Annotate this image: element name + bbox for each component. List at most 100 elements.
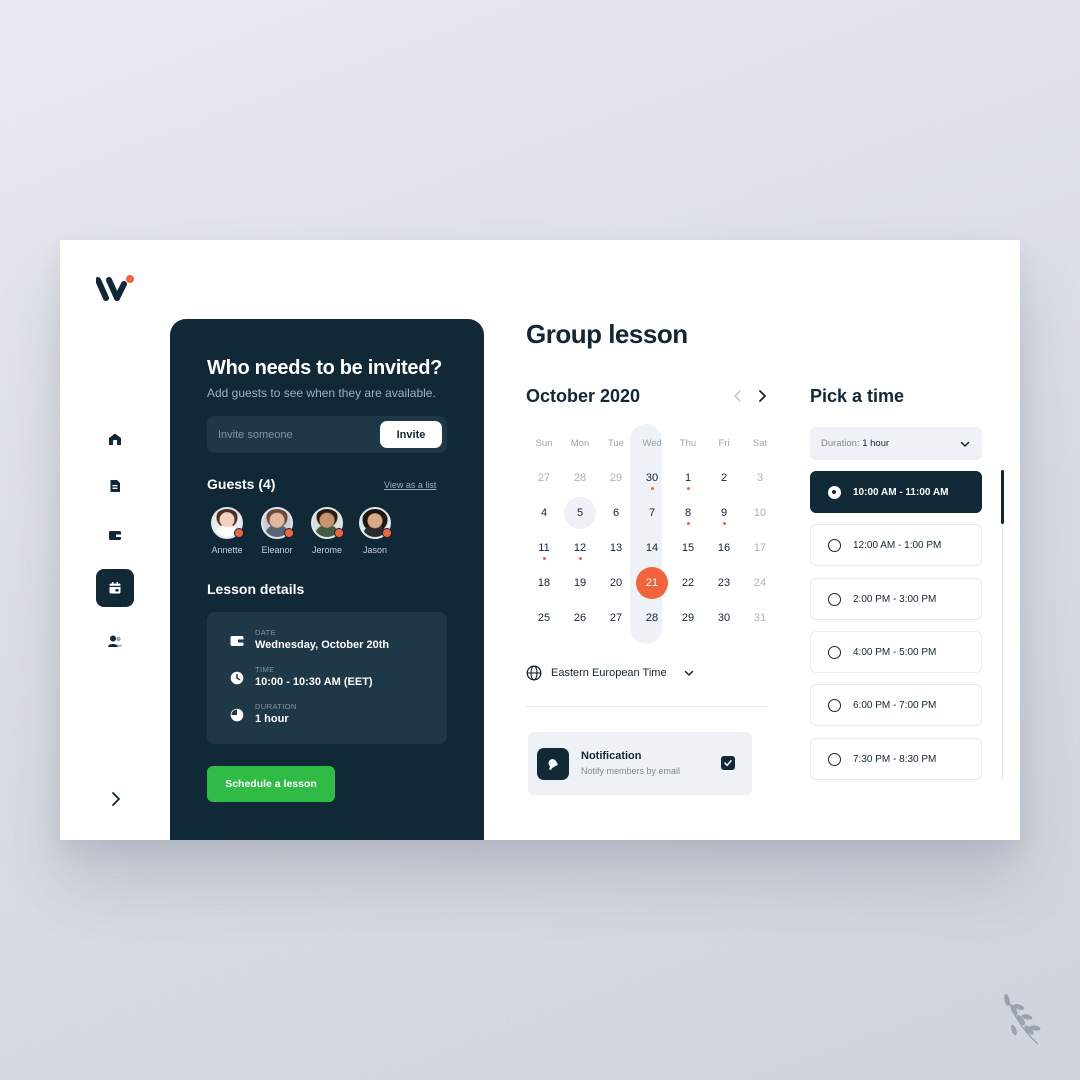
calendar-day[interactable]: 22 xyxy=(672,567,704,599)
calendar-day-number: 14 xyxy=(645,542,659,554)
calendar-day[interactable]: 11 xyxy=(528,532,560,564)
calendar-day[interactable]: 5 xyxy=(564,497,596,529)
calendar-day[interactable]: 10 xyxy=(744,497,776,529)
document-icon xyxy=(110,480,120,492)
calendar-day[interactable]: 27 xyxy=(600,602,632,634)
calendar-day-number: 10 xyxy=(753,507,767,519)
calendar-day-number: 3 xyxy=(756,472,764,484)
calendar-day[interactable]: 24 xyxy=(744,567,776,599)
calendar-day[interactable]: 4 xyxy=(528,497,560,529)
calendar-day-number: 5 xyxy=(576,507,584,519)
calendar-day-number: 29 xyxy=(681,612,695,624)
calendar-day[interactable]: 25 xyxy=(528,602,560,634)
calendar-day[interactable]: 15 xyxy=(672,532,704,564)
time-slot[interactable]: 6:00 PM - 7:00 PM xyxy=(810,684,982,727)
calendar-month-label: October 2020 xyxy=(526,386,641,406)
event-dot xyxy=(686,487,690,490)
event-dot xyxy=(578,557,582,560)
guest-name: Jerome xyxy=(311,545,342,555)
duration-select[interactable]: Duration: 1 hour xyxy=(810,427,982,460)
calendar-day[interactable]: 14 xyxy=(636,532,668,564)
bell-icon xyxy=(537,748,569,780)
guest-item[interactable]: Jerome xyxy=(302,507,352,555)
calendar-day[interactable]: 30 xyxy=(708,602,740,634)
time-slot[interactable]: 7:30 PM - 8:30 PM xyxy=(810,737,982,780)
weekday-label: Tue xyxy=(607,438,625,449)
radio-icon xyxy=(828,486,841,499)
guest-item[interactable]: Jason xyxy=(350,507,400,555)
time-slot[interactable]: 12:00 AM - 1:00 PM xyxy=(810,524,982,567)
calendar-day[interactable]: 1 xyxy=(672,462,704,494)
chevron-right-icon[interactable] xyxy=(108,790,124,808)
chevron-left-icon[interactable] xyxy=(732,388,744,404)
calendar-day[interactable]: 17 xyxy=(744,532,776,564)
guest-remove-badge[interactable] xyxy=(382,528,392,538)
calendar-day[interactable]: 8 xyxy=(672,497,704,529)
time-slot[interactable]: 2:00 PM - 3:00 PM xyxy=(810,577,982,620)
calendar-day[interactable]: 7 xyxy=(636,497,668,529)
avatar xyxy=(311,507,344,539)
sidebar-item-calendar[interactable] xyxy=(96,569,134,607)
sidebar-item-users[interactable] xyxy=(96,622,134,660)
users-icon xyxy=(108,635,122,647)
calendar-day[interactable]: 28 xyxy=(564,462,596,494)
calendar-day-number: 30 xyxy=(645,472,659,484)
sidebar-item-wallet[interactable] xyxy=(96,516,134,554)
calendar-day[interactable]: 9 xyxy=(708,497,740,529)
time-slot-label: 12:00 AM - 1:00 PM xyxy=(853,540,942,552)
calendar-day-number: 21 xyxy=(645,577,659,589)
calendar-day-number: 19 xyxy=(573,577,587,589)
calendar-day[interactable]: 18 xyxy=(528,567,560,599)
calendar-day[interactable]: 2 xyxy=(708,462,740,494)
calendar-day[interactable]: 16 xyxy=(708,532,740,564)
calendar-day[interactable]: 13 xyxy=(600,532,632,564)
calendar-day[interactable]: 12 xyxy=(564,532,596,564)
scrollbar-thumb[interactable] xyxy=(1001,470,1004,524)
calendar-day-selected[interactable]: 21 xyxy=(636,567,668,599)
guest-remove-badge[interactable] xyxy=(284,528,294,538)
calendar-day[interactable]: 27 xyxy=(528,462,560,494)
calendar-day[interactable]: 30 xyxy=(636,462,668,494)
weekday-label: Fri xyxy=(718,438,730,449)
weekday-label: Thu xyxy=(679,438,697,449)
chevron-down-icon xyxy=(960,441,970,447)
sidebar-item-documents[interactable] xyxy=(96,467,134,505)
guest-remove-badge[interactable] xyxy=(234,528,244,538)
calendar-day-number: 29 xyxy=(609,472,623,484)
calendar-day[interactable]: 29 xyxy=(600,462,632,494)
calendar-day[interactable]: 20 xyxy=(600,567,632,599)
chevron-right-icon[interactable] xyxy=(756,388,768,404)
calendar-day-number: 12 xyxy=(573,542,587,554)
calendar-day[interactable]: 23 xyxy=(708,567,740,599)
calendar-day-number: 9 xyxy=(720,507,728,519)
sidebar-item-home[interactable] xyxy=(96,420,134,458)
invite-input[interactable] xyxy=(207,416,377,453)
duration-label: Duration: xyxy=(821,438,860,449)
schedule-lesson-button[interactable]: Schedule a lesson xyxy=(207,766,335,802)
weekday-label: Sat xyxy=(752,438,768,449)
calendar-day[interactable]: 6 xyxy=(600,497,632,529)
invite-button[interactable]: Invite xyxy=(380,421,442,448)
calendar-day[interactable]: 26 xyxy=(564,602,596,634)
guest-item[interactable]: Annette xyxy=(202,507,252,555)
calendar-day[interactable]: 29 xyxy=(672,602,704,634)
calendar-day-number: 27 xyxy=(537,472,551,484)
calendar-day[interactable]: 31 xyxy=(744,602,776,634)
calendar-day-number: 1 xyxy=(684,472,692,484)
globe-icon xyxy=(526,665,542,681)
calendar-day-number: 28 xyxy=(573,472,587,484)
calendar-day-number: 2 xyxy=(720,472,728,484)
chevron-down-icon xyxy=(684,670,694,676)
guests-title: Guests (4) xyxy=(207,476,276,492)
notification-checkbox[interactable] xyxy=(721,756,735,770)
guest-item[interactable]: Eleanor xyxy=(252,507,302,555)
time-slot[interactable]: 10:00 AM - 11:00 AM xyxy=(810,471,982,513)
weekday-label: Sun xyxy=(535,438,553,449)
calendar-day[interactable]: 3 xyxy=(744,462,776,494)
calendar-day[interactable]: 19 xyxy=(564,567,596,599)
calendar-day[interactable]: 28 xyxy=(636,602,668,634)
calendar-day-number: 27 xyxy=(609,612,623,624)
time-slot[interactable]: 4:00 PM - 5:00 PM xyxy=(810,630,982,673)
view-as-list-link[interactable]: View as a list xyxy=(384,480,436,490)
guest-remove-badge[interactable] xyxy=(334,528,344,538)
